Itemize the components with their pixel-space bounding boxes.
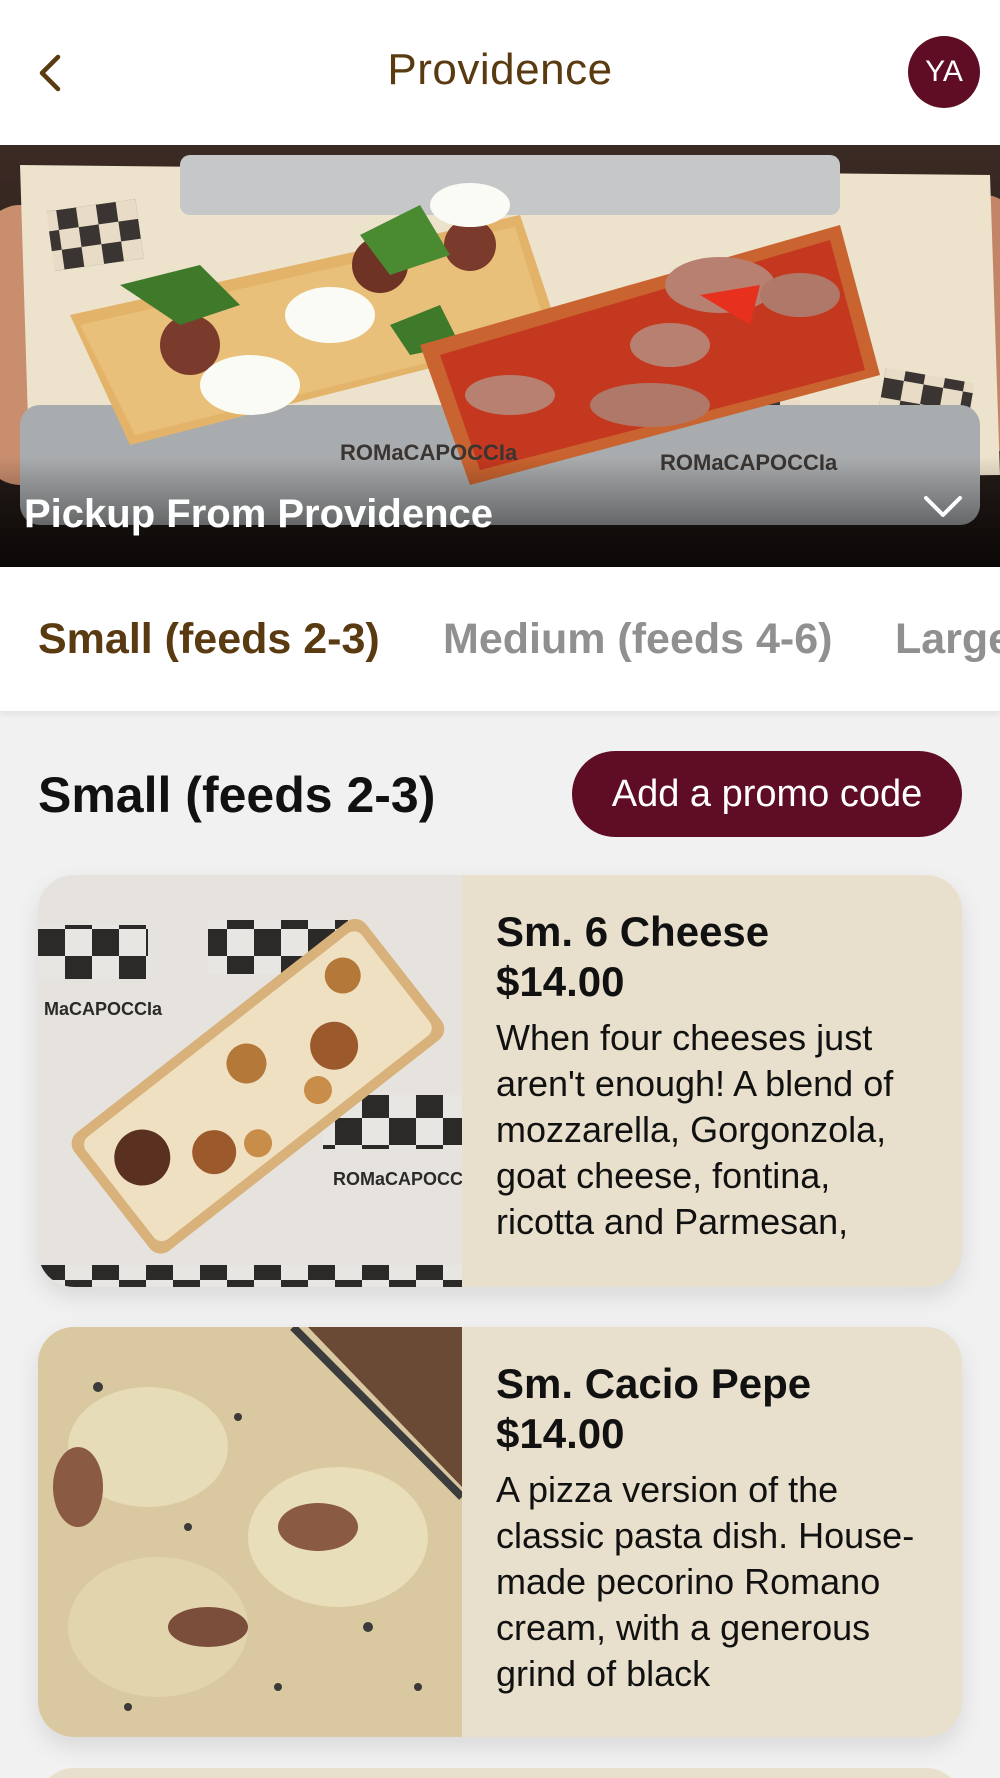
product-price: $14.00 (496, 958, 625, 1005)
tab-medium[interactable]: Medium (feeds 4-6) (443, 615, 832, 664)
product-description: A pizza version of the classic pasta dis… (496, 1469, 915, 1694)
product-card[interactable]: MaCAPOCCIa ROMaCAPOCCIa Sm. 6 Cheese $14… (38, 875, 962, 1287)
chevron-down-icon[interactable] (922, 492, 964, 522)
add-promo-code-button[interactable]: Add a promo code (572, 751, 962, 837)
product-name: Sm. Cacio Pepe (496, 1360, 812, 1407)
product-description: When four cheeses just aren't enough! A … (496, 1017, 894, 1242)
size-tabs: Small (feeds 2-3) Medium (feeds 4-6) Lar… (0, 567, 1000, 712)
hero-banner: ROMaCAPOCCIa ROMaCAPOCCIa Pickup From Pr… (0, 145, 1000, 567)
product-card-partial[interactable] (38, 1768, 962, 1778)
menu-screen: Providence YA ROMaCAPOCCIa Pickup From P… (0, 0, 1000, 1778)
product-image: MaCAPOCCIa ROMaCAPOCCIa (38, 875, 462, 1287)
tab-large[interactable]: Large (feeds 6-8) (895, 615, 1000, 664)
product-card[interactable]: Sm. Cacio Pepe $14.00 A pizza version of… (38, 1327, 962, 1737)
page-title: Providence (387, 45, 613, 94)
pickup-location-label[interactable]: Pickup From Providence (24, 492, 493, 537)
product-price: $14.00 (496, 1410, 625, 1457)
tab-small[interactable]: Small (feeds 2-3) (38, 615, 380, 664)
svg-text:MaCAPOCCIa: MaCAPOCCIa (44, 999, 163, 1019)
product-image (38, 1327, 462, 1737)
product-info: Sm. 6 Cheese $14.00 When four cheeses ju… (496, 907, 932, 1245)
section-title: Small (feeds 2-3) (38, 767, 436, 823)
avatar[interactable]: YA (908, 36, 980, 108)
product-name: Sm. 6 Cheese (496, 908, 770, 955)
app-header: Providence YA (0, 0, 1000, 145)
svg-text:ROMaCAPOCCIa: ROMaCAPOCCIa (333, 1169, 462, 1189)
product-info: Sm. Cacio Pepe $14.00 A pizza version of… (496, 1359, 932, 1697)
